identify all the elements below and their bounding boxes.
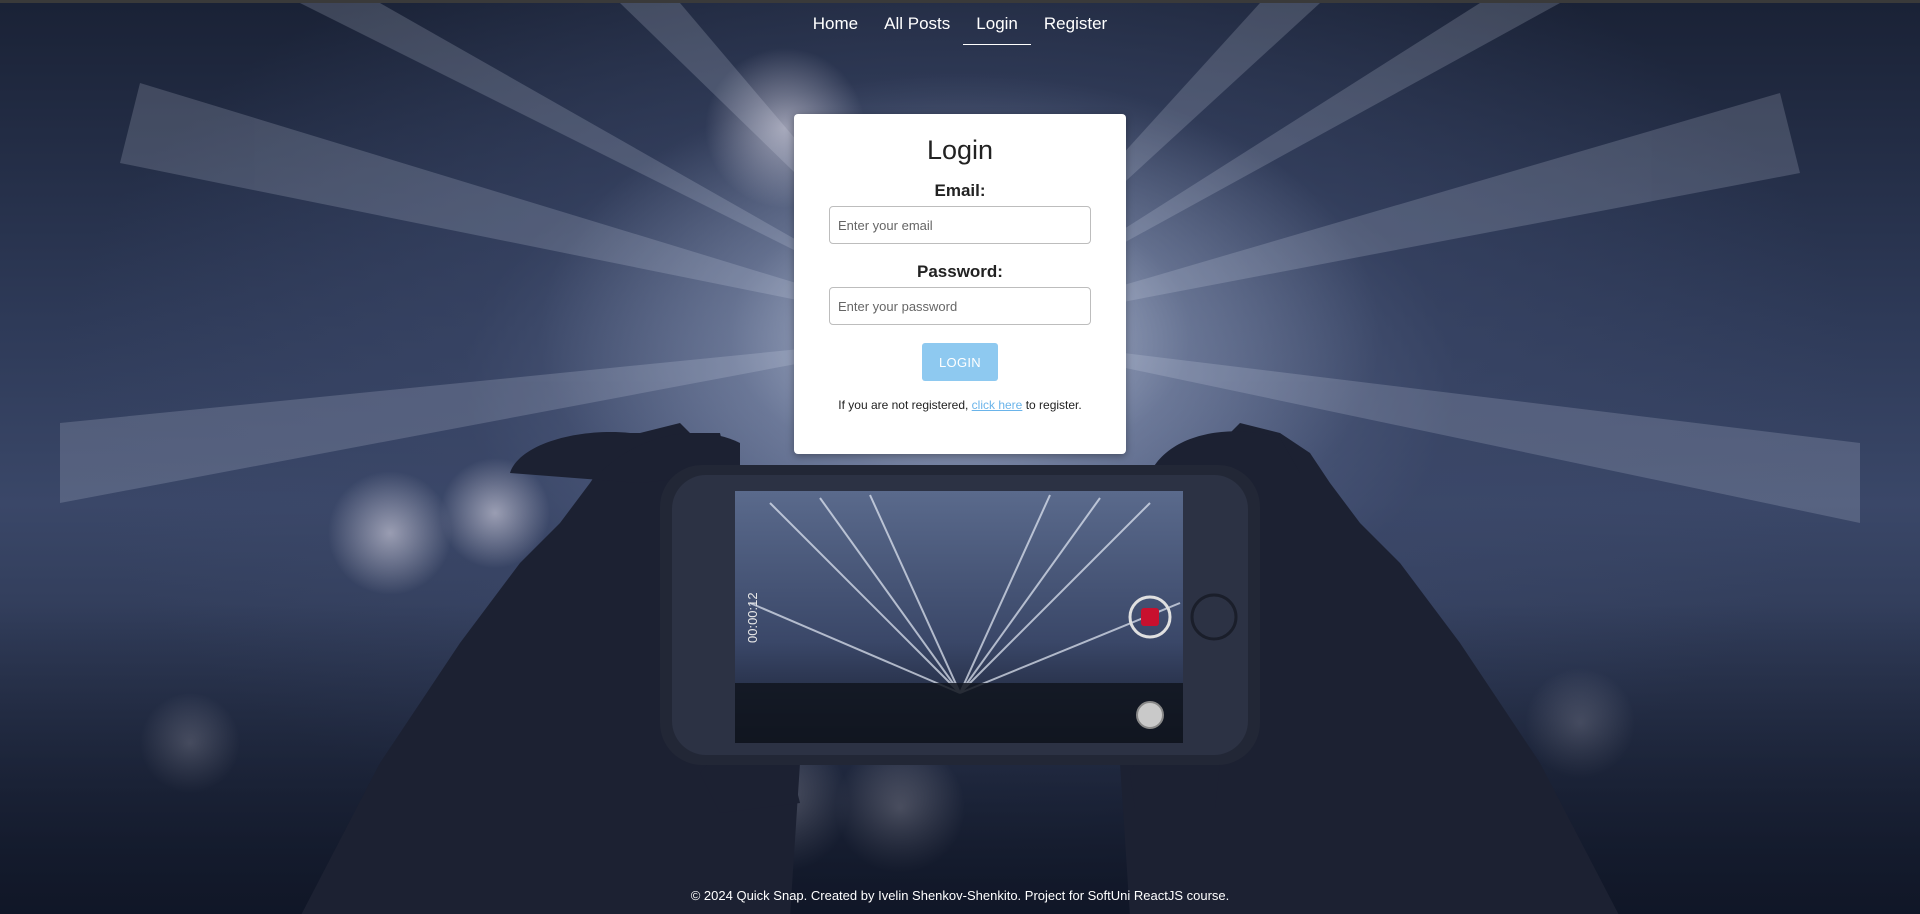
email-label: Email: [934, 181, 986, 200]
login-button[interactable]: LOGIN [922, 343, 998, 381]
footer-text: © 2024 Quick Snap. Created by Ivelin She… [690, 888, 1230, 903]
register-link[interactable]: click here [972, 398, 1023, 412]
email-input[interactable] [829, 206, 1091, 244]
nav-all-posts[interactable]: All Posts [871, 3, 963, 44]
page: 00:00:12 Home All Posts Login Register L… [0, 0, 1920, 914]
register-note: If you are not registered, click here to… [794, 398, 1126, 412]
password-label: Password: [917, 262, 1003, 281]
phone-timer: 00:00:12 [745, 592, 760, 643]
nav-home[interactable]: Home [800, 3, 871, 44]
login-card: Login Email: Password: LOGIN If you are … [794, 114, 1126, 454]
register-note-after: to register. [1022, 398, 1082, 412]
register-note-before: If you are not registered, [838, 398, 972, 412]
password-input[interactable] [829, 287, 1091, 325]
nav-login[interactable]: Login [963, 3, 1031, 45]
login-title: Login [926, 135, 994, 165]
nav-register[interactable]: Register [1031, 3, 1120, 44]
top-navigation: Home All Posts Login Register [0, 3, 1920, 47]
